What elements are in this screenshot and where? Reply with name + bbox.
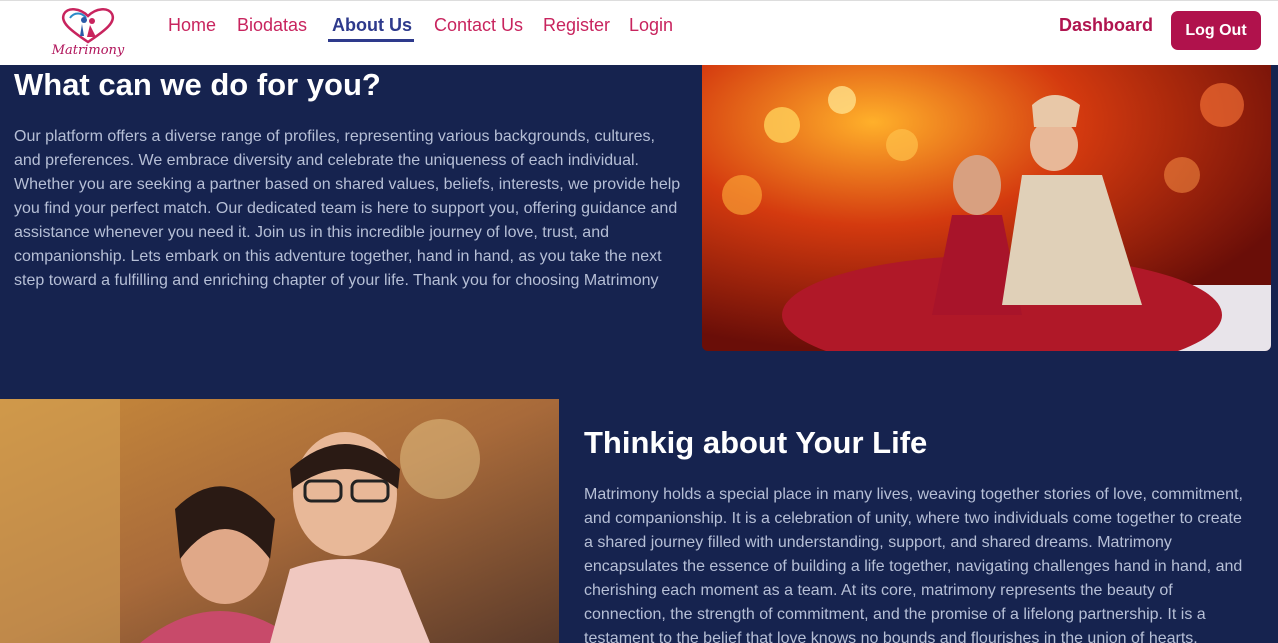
heart-couple-icon <box>61 8 115 44</box>
active-nav-underline <box>328 39 414 42</box>
nav-home[interactable]: Home <box>168 14 216 36</box>
section2-body: Matrimony holds a special place in many … <box>584 486 1243 643</box>
logout-button[interactable]: Log Out <box>1171 11 1261 50</box>
logo-text: Matrimony <box>51 43 125 58</box>
nav-about-us[interactable]: About Us <box>332 14 412 36</box>
nav-register[interactable]: Register <box>543 14 610 36</box>
section1-title: What can we do for you? <box>14 67 381 102</box>
navbar: Matrimony Home Biodatas About Us Contact… <box>0 0 1278 65</box>
site-logo[interactable]: Matrimony <box>50 6 126 62</box>
dashboard-link[interactable]: Dashboard <box>1059 14 1153 36</box>
nav-login[interactable]: Login <box>629 14 673 36</box>
section2-title: Thinkig about Your Life <box>584 425 928 460</box>
section1-body: Our platform offers a diverse range of p… <box>14 128 681 289</box>
nav-biodatas[interactable]: Biodatas <box>237 14 307 36</box>
wedding-couple-photo <box>702 65 1271 351</box>
nav-contact-us[interactable]: Contact Us <box>434 14 523 36</box>
couple-portrait-photo <box>0 399 559 643</box>
